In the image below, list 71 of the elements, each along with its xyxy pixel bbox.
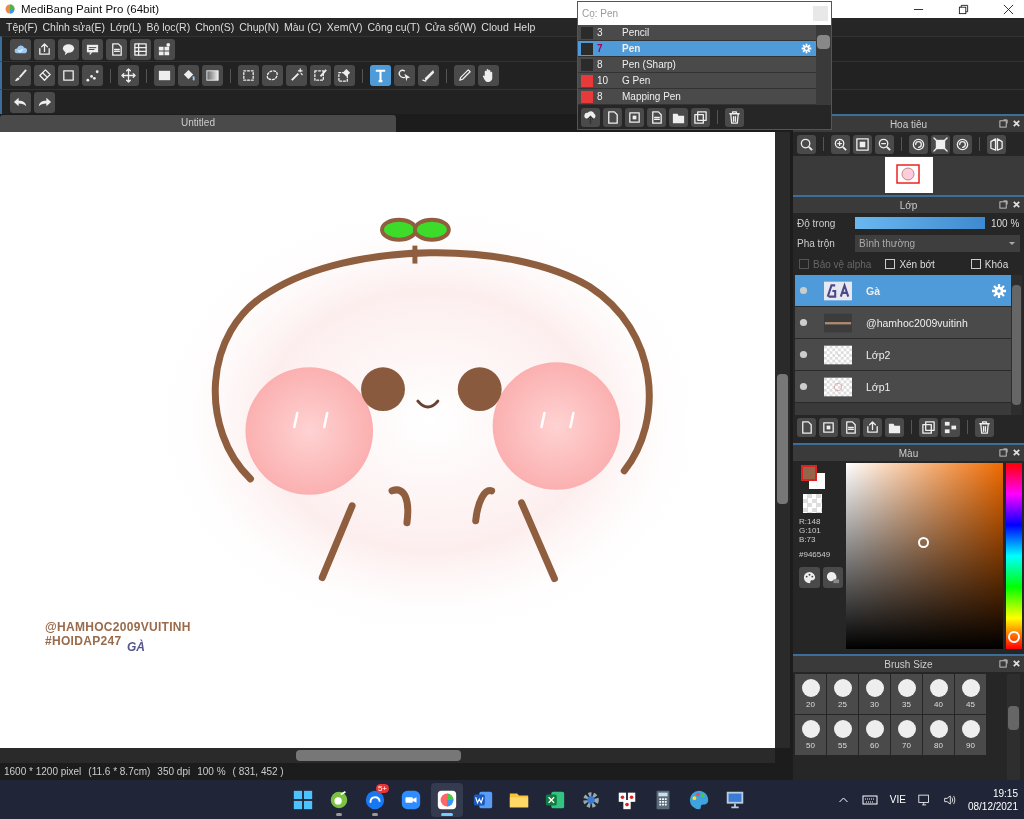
panel-title: Lớp	[899, 199, 918, 211]
blend-mode-dropdown[interactable]: Bình thường	[855, 234, 1020, 252]
language-indicator[interactable]: VIE	[889, 794, 906, 805]
menu-item[interactable]: Chỉnh sửa(E)	[40, 21, 108, 33]
brush-size-option[interactable]: 25	[827, 674, 858, 714]
brush-row[interactable]: 8 Pen (Sharp)	[578, 57, 816, 73]
field-label: Độ trong	[797, 217, 837, 229]
layer-row[interactable]: Lớp1	[795, 371, 1011, 403]
brush-row[interactable]: 8 Mapping Pen	[578, 89, 816, 105]
window-title: MediBang Paint Pro (64bit)	[21, 3, 160, 15]
brush-size: 3	[597, 27, 604, 38]
brush-size-option[interactable]: 35	[891, 674, 922, 714]
clock-time: 19:15	[992, 786, 1018, 800]
panel-title: Hoa tiêu	[889, 118, 928, 130]
menu-item[interactable]: Xem(V)	[324, 21, 366, 33]
menu-item[interactable]: Cloud	[479, 21, 512, 33]
brush-name: G Pen	[622, 75, 652, 86]
brush-size-option[interactable]: 80	[923, 715, 954, 755]
brush-size-option[interactable]: 40	[923, 674, 954, 714]
color-value: R:148	[799, 517, 822, 526]
status-text: 1600 * 1200 pixel	[4, 766, 82, 777]
brush-size-option[interactable]: 60	[859, 715, 890, 755]
menu-item[interactable]: Cửa sổ(W)	[422, 21, 480, 33]
opacity-value: 100 %	[991, 217, 1020, 229]
menu-item[interactable]: Lớp(L)	[107, 21, 145, 33]
status-text: 350 dpi	[157, 766, 191, 777]
brush-size: 7	[597, 43, 604, 54]
brush-size-option[interactable]: 45	[955, 674, 986, 714]
menu-item[interactable]: Chụp(N)	[237, 21, 282, 33]
panel-title: Brush Size	[884, 658, 933, 670]
popup-title: Cọ: Pen	[582, 8, 620, 19]
notification-badge: 5+	[375, 783, 389, 793]
brush-size: 8	[597, 59, 604, 70]
menu-item[interactable]: Chọn(S)	[193, 21, 238, 33]
status-text: (11.6 * 8.7cm)	[88, 766, 151, 777]
field-label: Pha trộn	[797, 237, 836, 249]
taskbar-app[interactable]: 5+	[359, 782, 391, 817]
menu-item[interactable]: Tệp(F)	[4, 21, 41, 33]
color-value: B:73	[799, 535, 817, 544]
canvas-text: #HOIDAP247	[45, 634, 122, 648]
document-tab[interactable]: Untitled	[0, 115, 396, 132]
panel-title: Màu	[898, 447, 919, 459]
brush-size-option[interactable]: 50	[795, 715, 826, 755]
brush-row[interactable]: 10 G Pen	[578, 73, 816, 89]
brush-row[interactable]: 3 Pencil	[578, 25, 816, 41]
brush-size-option[interactable]: 90	[955, 715, 986, 755]
clock-date: 08/12/2021	[967, 799, 1018, 813]
menu-item[interactable]: Bộ lọc(R)	[144, 21, 194, 33]
brush-size: 8	[597, 91, 604, 102]
status-text: ( 831, 452 )	[232, 766, 284, 777]
brush-name: Pen (Sharp)	[622, 59, 677, 70]
checkbox[interactable]: Khóa	[970, 258, 1009, 270]
brush-size: 10	[597, 75, 610, 86]
layer-row[interactable]: Lớp2	[795, 339, 1011, 371]
canvas-text: @HAMHOC2009VUITINH	[45, 620, 191, 634]
brush-size-option[interactable]: 55	[827, 715, 858, 755]
menu-item[interactable]: Help	[511, 21, 539, 33]
checkbox[interactable]: Xén bớt	[885, 258, 935, 270]
canvas-text: GÀ	[127, 640, 145, 654]
brush-size-option[interactable]: 30	[859, 674, 890, 714]
hex-value: #946549	[799, 550, 832, 559]
brush-size-option[interactable]: 70	[891, 715, 922, 755]
menu-item[interactable]: Công cụ(T)	[365, 21, 423, 33]
layer-row[interactable]: @hamhoc2009vuitinh	[795, 307, 1011, 339]
brush-name: Pen	[622, 43, 642, 54]
brush-name: Pencil	[622, 27, 651, 38]
brush-name: Mapping Pen	[622, 91, 682, 102]
status-text: 100 %	[197, 766, 226, 777]
brush-size-option[interactable]: 20	[795, 674, 826, 714]
menu-item[interactable]: Màu (C)	[281, 21, 325, 33]
color-value: G:101	[799, 526, 822, 535]
